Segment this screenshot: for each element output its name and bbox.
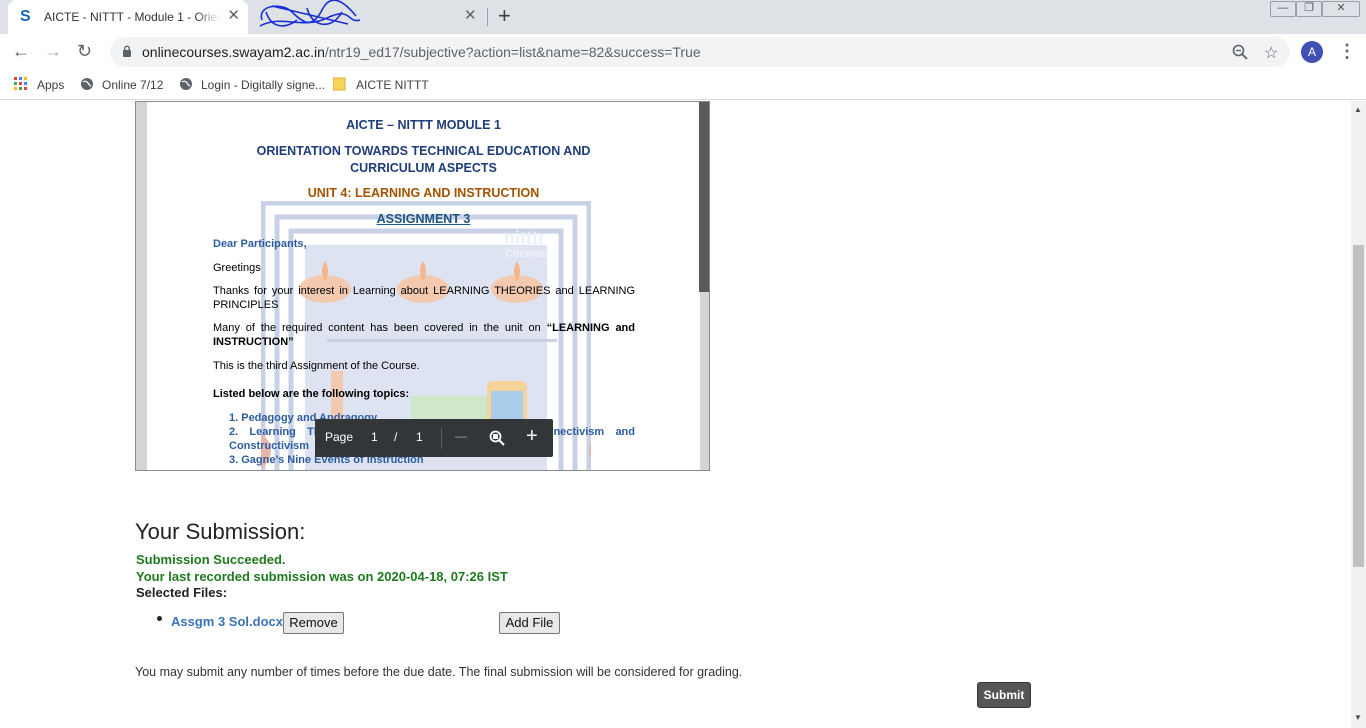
- remove-file-button[interactable]: Remove: [283, 612, 344, 634]
- close-tab-icon[interactable]: ✕: [227, 8, 240, 24]
- globe-icon: [180, 78, 192, 90]
- viewer-scrollbar-thumb[interactable]: [699, 102, 709, 292]
- zoom-fit-icon[interactable]: [489, 430, 505, 446]
- doc-greeting: Greetings: [213, 262, 261, 274]
- doc-paragraph-2: Many of the required content has been co…: [213, 321, 635, 349]
- doc-topics-heading: Listed below are the following topics:: [213, 388, 410, 400]
- lock-icon: [123, 45, 131, 57]
- tab-active[interactable]: S AICTE - NITTT - Module 1 - Orientation…: [8, 0, 248, 34]
- minimize-window-button[interactable]: —: [1270, 1, 1296, 17]
- bookmark-star-icon[interactable]: ☆: [1264, 43, 1278, 63]
- toolbar-divider: [441, 427, 442, 449]
- scroll-up-arrow-icon[interactable]: ▲: [1354, 105, 1362, 114]
- submission-note: You may submit any number of times befor…: [135, 665, 743, 679]
- page-scrollbar-thumb[interactable]: [1353, 245, 1364, 567]
- zoom-out-button[interactable]: —: [455, 429, 467, 443]
- url-host: onlinecourses.swayam2.ac.in: [142, 44, 325, 60]
- scribble-redaction-icon: [259, 0, 361, 27]
- close-window-button[interactable]: ✕: [1322, 1, 1360, 17]
- file-bullet: [157, 616, 162, 621]
- tab-title: AICTE - NITTT - Module 1 - Orientation: [44, 10, 220, 24]
- submitted-file-link[interactable]: Assgm 3 Sol.docx: [171, 614, 283, 629]
- browser-toolbar: ← → ↻ onlinecourses.swayam2.ac.in/ntr19_…: [0, 34, 1366, 70]
- back-arrow-icon[interactable]: ←: [12, 41, 30, 61]
- last-submission-info: Your last recorded submission was on 202…: [136, 569, 508, 584]
- restore-window-button[interactable]: ❐: [1296, 1, 1322, 17]
- tab-separator: [487, 8, 488, 26]
- scroll-down-arrow-icon[interactable]: ▼: [1354, 713, 1362, 722]
- new-tab-button[interactable]: +: [498, 5, 511, 27]
- submission-title: Your Submission:: [135, 519, 306, 544]
- doc-unit-heading: UNIT 4: LEARNING AND INSTRUCTION: [307, 186, 540, 200]
- address-bar[interactable]: onlinecourses.swayam2.ac.in/ntr19_ed17/s…: [110, 37, 1290, 67]
- forward-arrow-icon[interactable]: →: [44, 41, 62, 61]
- page-separator: /: [394, 430, 398, 444]
- current-page-input[interactable]: 1: [371, 430, 378, 444]
- reload-icon[interactable]: ↻: [77, 41, 92, 61]
- submission-status: Submission Succeeded.: [136, 552, 286, 567]
- page-scrollbar[interactable]: ▲ ▼: [1351, 101, 1366, 728]
- viewer-page-toolbar: Page 1 / 1 — +: [315, 419, 553, 457]
- doc-paragraph-2-text: Many of the required content has been co…: [213, 322, 547, 334]
- zoom-in-button[interactable]: +: [526, 425, 538, 448]
- page-label: Page: [325, 430, 354, 444]
- bookmark-aicte[interactable]: AICTE NITTT: [356, 78, 429, 92]
- bookmark-apps[interactable]: Apps: [37, 78, 64, 92]
- page-content: nitttr Chennai AICTE – NITTT MODULE 1 OR…: [0, 101, 1351, 728]
- doc-paragraph-1: Thanks for your interest in Learning abo…: [213, 285, 635, 311]
- bookmark-login[interactable]: Login - Digitally signe...: [201, 78, 325, 92]
- zoom-icon[interactable]: [1232, 44, 1248, 60]
- swayam-favicon-icon: S: [20, 8, 31, 25]
- bookmark-online[interactable]: Online 7/12: [102, 78, 163, 92]
- doc-assignment-heading: ASSIGNMENT 3: [376, 212, 471, 226]
- add-file-button[interactable]: Add File: [499, 612, 560, 634]
- folder-icon: [333, 77, 346, 91]
- globe-icon: [81, 78, 93, 90]
- doc-salutation: Dear Participants,: [213, 238, 307, 250]
- total-pages: 1: [416, 430, 423, 444]
- apps-grid-icon: [14, 77, 27, 90]
- doc-course-title-line1: ORIENTATION TOWARDS TECHNICAL EDUCATION …: [256, 144, 591, 158]
- doc-paragraph-3: This is the third Assignment of the Cour…: [213, 360, 420, 372]
- tab-strip: S AICTE - NITTT - Module 1 - Orientation…: [0, 0, 1366, 34]
- profile-avatar[interactable]: A: [1301, 41, 1323, 63]
- submit-button[interactable]: Submit: [977, 682, 1031, 708]
- close-tab-icon[interactable]: ✕: [464, 8, 477, 24]
- url-text: onlinecourses.swayam2.ac.in/ntr19_ed17/s…: [142, 44, 701, 60]
- tab-inactive[interactable]: ✕: [248, 0, 488, 34]
- browser-menu-icon[interactable]: ⋮: [1338, 41, 1356, 61]
- bookmarks-bar: Apps Online 7/12 Login - Digitally signe…: [0, 70, 1366, 100]
- document-page: nitttr Chennai AICTE – NITTT MODULE 1 OR…: [147, 102, 700, 470]
- doc-module-heading: AICTE – NITTT MODULE 1: [346, 118, 501, 132]
- selected-files-label: Selected Files:: [136, 585, 228, 600]
- url-path: /ntr19_ed17/subjective?action=list&name=…: [324, 44, 701, 60]
- doc-course-title-line2: CURRICULUM ASPECTS: [350, 161, 497, 175]
- document-viewer[interactable]: nitttr Chennai AICTE – NITTT MODULE 1 OR…: [135, 101, 710, 471]
